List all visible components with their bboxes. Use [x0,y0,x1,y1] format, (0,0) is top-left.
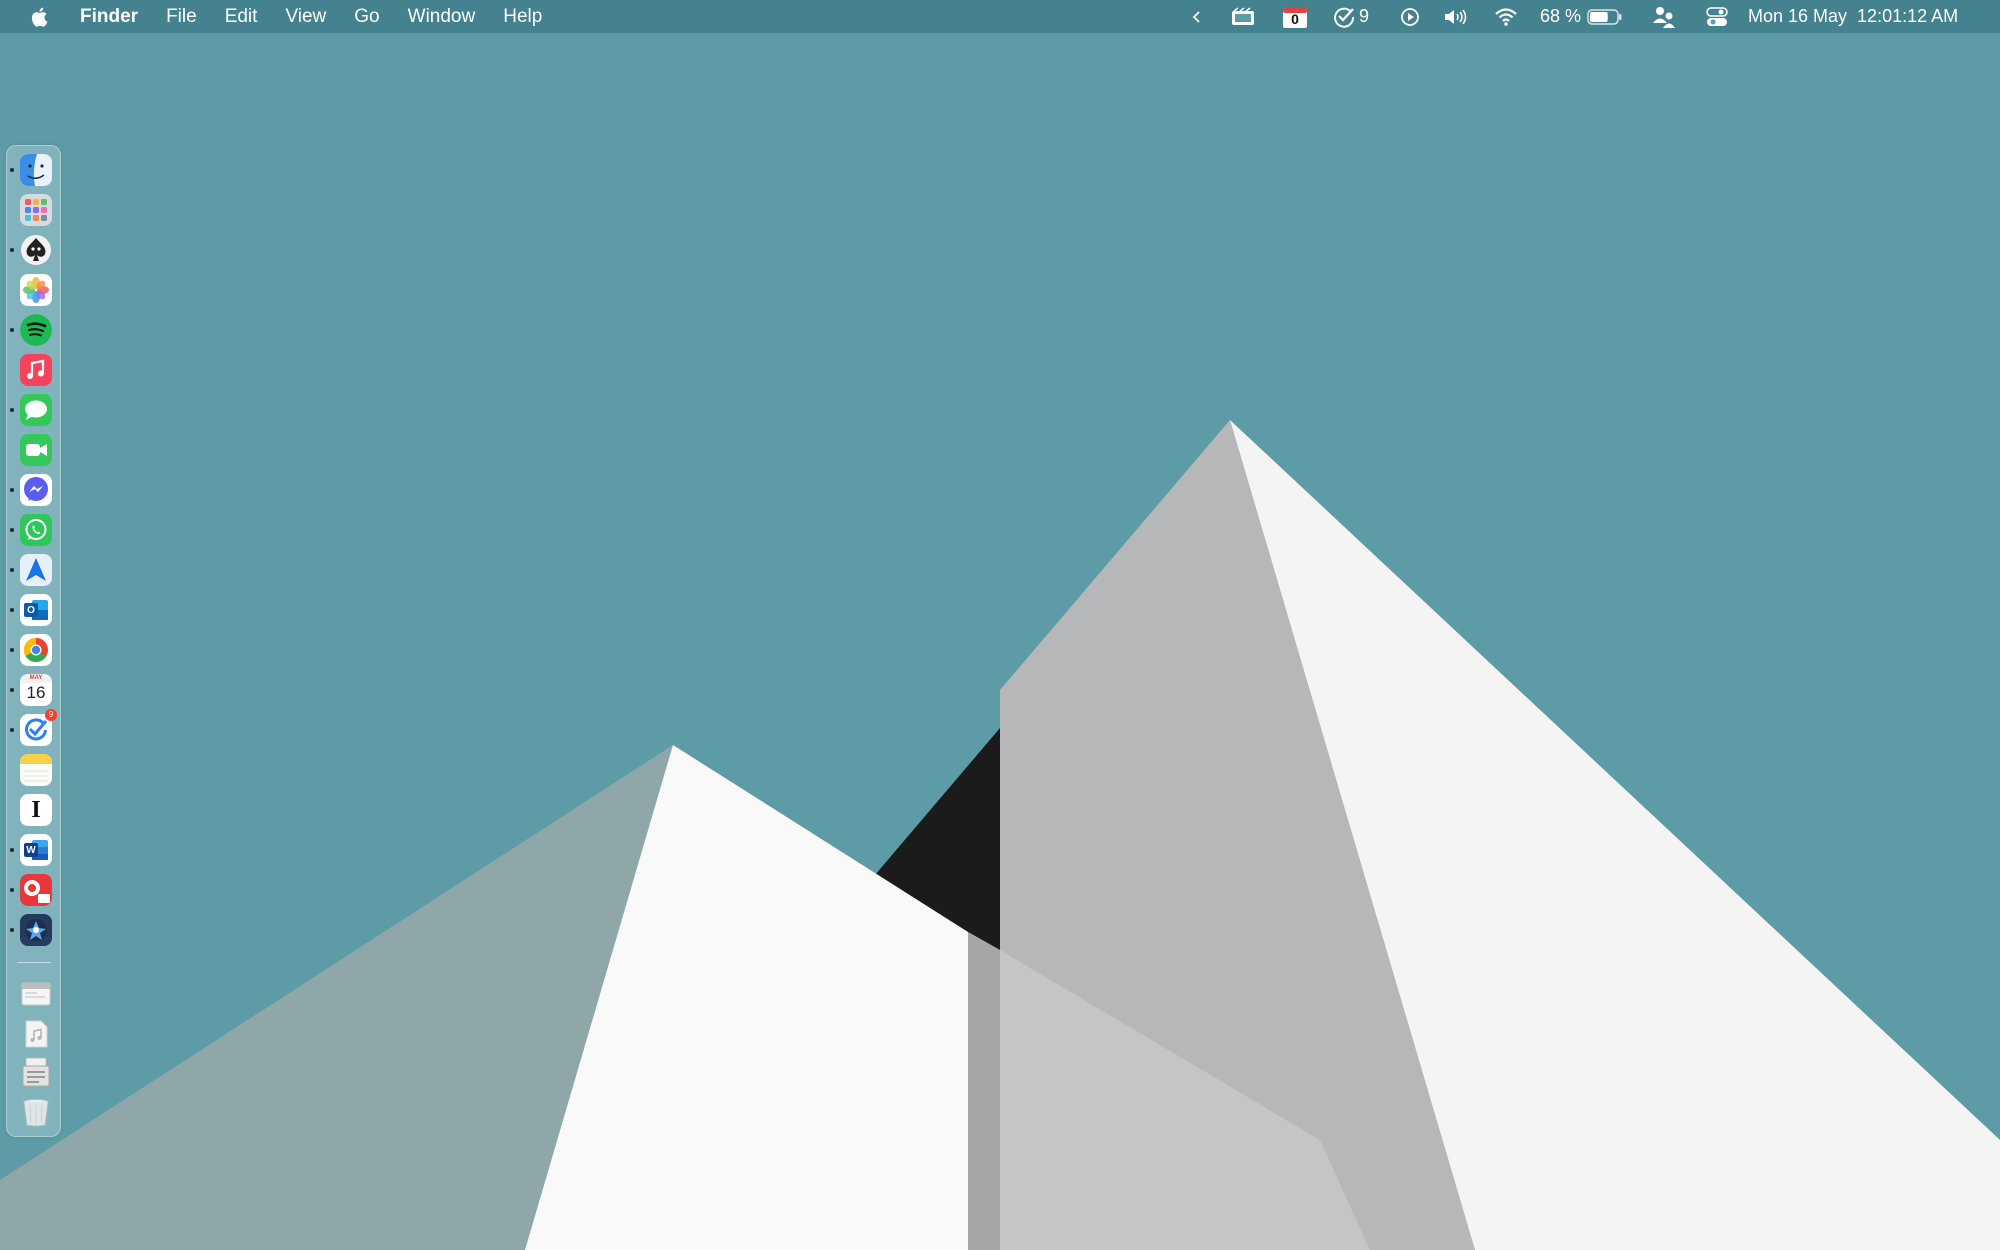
reminders-menu[interactable]: 9 [1332,0,1380,33]
control-center-icon[interactable] [1703,0,1731,33]
window-icon [20,978,52,1010]
menu-file[interactable]: File [152,0,211,33]
dock-item-instapaper[interactable]: I [20,794,52,826]
music-file-icon [20,1018,52,1050]
running-indicator [10,168,14,172]
dock-stack-window[interactable] [20,978,52,1010]
pdf-icon [20,874,52,906]
screen-recorder-icon[interactable] [1228,0,1258,33]
outlook-icon: O [20,594,52,626]
calendar-menu-badge: 0 [1291,11,1299,27]
wifi-icon[interactable] [1492,0,1520,33]
chrome-icon [20,634,52,666]
dock-item-calendar[interactable]: MAY 16 [10,674,52,706]
battery-status[interactable]: 68 % [1540,0,1624,33]
word-icon: W [20,834,52,866]
messenger-icon [20,474,52,506]
calendar-menu-icon[interactable]: 0 [1280,0,1310,33]
dock-item-spades[interactable] [10,234,52,266]
dock-item-pdf[interactable] [10,874,52,906]
tasks-badge: 9 [45,709,57,721]
play-circle-icon[interactable] [1398,0,1422,33]
desktop-wallpaper [0,0,2000,1250]
trash-icon [20,1096,52,1128]
dock-item-spotify[interactable] [10,314,52,346]
calendar-month: MAY [29,675,43,681]
chevron-left-icon[interactable] [1188,0,1206,33]
dock-item-launchpad[interactable] [20,194,52,226]
running-indicator [10,928,14,932]
running-indicator [10,688,14,692]
running-indicator [10,608,14,612]
checkmark-circle-icon [1334,7,1355,28]
running-indicator [10,728,14,732]
reminders-count: 9 [1359,6,1370,26]
documents-icon [20,1056,52,1088]
menu-app-finder[interactable]: Finder [78,0,152,33]
dock: O MAY 16 9 I W [6,145,61,1137]
battery-icon [1587,8,1622,25]
volume-icon[interactable] [1441,0,1471,33]
dock-separator [17,962,51,963]
dock-item-chrome[interactable] [10,634,52,666]
dock-item-notes[interactable] [20,754,52,786]
instapaper-glyph: I [31,796,41,823]
music-icon [20,354,52,386]
messages-icon [20,394,52,426]
running-indicator [10,568,14,572]
dock-item-music[interactable] [20,354,52,386]
clock[interactable]: Mon 16 May 12:01:12 AM [1748,0,1982,33]
dock-item-photos[interactable] [20,274,52,306]
spotify-icon [20,314,52,346]
instapaper-icon: I [20,794,52,826]
dock-stack-documents[interactable] [20,1056,52,1088]
menu-bar: Finder File Edit View Go Window Help 0 9… [0,0,2000,33]
dock-item-word[interactable]: W [10,834,52,866]
menu-go[interactable]: Go [340,0,393,33]
word-glyph: W [26,844,36,856]
notes-icon [20,754,52,786]
running-indicator [10,408,14,412]
dock-item-messages[interactable] [10,394,52,426]
chat-people-icon[interactable] [1650,0,1678,33]
running-indicator [10,328,14,332]
running-indicator [10,848,14,852]
photos-icon [20,274,52,306]
apple-menu-icon[interactable] [29,6,51,28]
outlook-glyph: O [27,604,35,616]
menu-view[interactable]: View [271,0,340,33]
launchpad-icon [20,194,52,226]
running-indicator [10,528,14,532]
dock-item-finder[interactable] [10,154,52,186]
battery-percent: 68 % [1540,6,1582,26]
clock-time: 12:01:12 AM [1857,6,1959,26]
pixelmator-icon [20,914,52,946]
dock-stack-music-file[interactable] [20,1018,52,1050]
dock-item-facetime[interactable] [20,434,52,466]
dock-item-tasks[interactable]: 9 [10,709,57,746]
calendar-day: 16 [26,683,46,702]
dock-item-outlook[interactable]: O [10,594,52,626]
dock-item-messenger[interactable] [10,474,52,506]
dock-item-trash[interactable] [20,1096,52,1128]
menu-edit[interactable]: Edit [211,0,272,33]
menu-help[interactable]: Help [489,0,556,33]
finder-icon [20,154,52,186]
navigation-icon [20,554,52,586]
dock-item-whatsapp[interactable] [10,514,52,546]
whatsapp-icon [20,514,52,546]
dock-item-pixelmator[interactable] [10,914,52,946]
menu-window[interactable]: Window [394,0,490,33]
spade-icon [20,234,52,266]
clock-date: Mon 16 May [1748,6,1848,26]
facetime-icon [20,434,52,466]
running-indicator [10,248,14,252]
running-indicator [10,488,14,492]
running-indicator [10,648,14,652]
calendar-icon: MAY 16 [20,674,52,706]
dock-item-navigation[interactable] [10,554,52,586]
running-indicator [10,888,14,892]
